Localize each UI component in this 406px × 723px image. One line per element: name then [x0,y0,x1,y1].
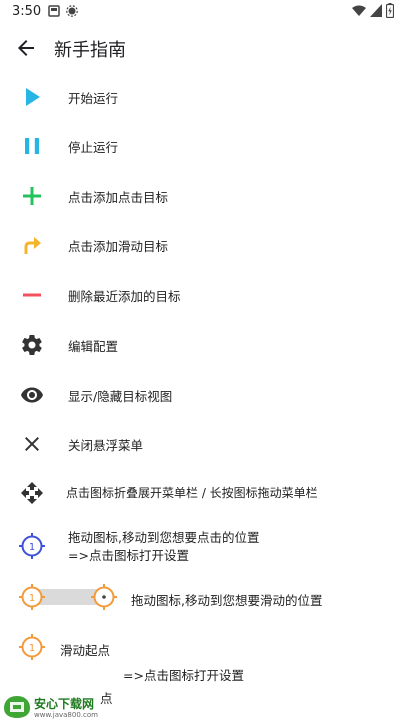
swipe-arrow-icon [24,237,41,254]
guide-click-target: 1 拖动图标,移动到您想要点击的位置 =>点击图标打开设置 [0,522,406,572]
signal-icon [370,4,382,17]
open-settings-hint: =>点击图标打开设置 [123,668,244,683]
swipe-end-target-icon [91,584,117,610]
eye-icon [21,387,43,403]
wifi-icon [352,5,366,16]
guide-item-label: 点击添加滑动目标 [68,239,169,254]
click-target-line1: 拖动图标,移动到您想要点击的位置 [68,530,260,545]
guide-swipe-start: 1 滑动起点 [0,633,406,663]
guide-item-label: 点击添加点击目标 [68,190,169,205]
guide-item-label: 编辑配置 [68,339,119,354]
plus-icon [23,187,41,205]
swipe-target-label: 拖动图标,移动到您想要滑动的位置 [131,593,323,608]
guide-item-close-menu: 关闭悬浮菜单 [0,422,406,466]
guide-item-delete-recent: 删除最近添加的目标 [0,273,406,317]
move-icon [21,482,43,504]
settings-status-icon [66,5,78,17]
guide-item-add-click: 点击添加点击目标 [0,174,406,218]
watermark: 安心下载网 www.java800.com [2,692,112,722]
guide-item-menu-drag: 点击图标折叠展开菜单栏 / 长按图标拖动菜单栏 [0,471,406,515]
back-arrow-icon[interactable] [14,36,38,60]
click-target-number: 1 [29,542,35,553]
pause-icon [25,138,39,154]
swipe-start-label: 滑动起点 [60,643,111,658]
minus-icon [23,293,41,297]
watermark-text: 安心下载网 [34,697,95,711]
guide-item-stop: 停止运行 [0,124,406,168]
swipe-start-target-icon: 1 [19,584,45,610]
guide-item-start: 开始运行 [0,75,406,119]
close-icon [25,437,39,451]
swipe-start-icon: 1 [19,634,45,660]
status-time: 3:50 [12,4,42,19]
guide-item-label: 关闭悬浮菜单 [68,438,144,453]
guide-item-label: 删除最近添加的目标 [68,289,181,304]
click-target-line2: =>点击图标打开设置 [68,548,189,563]
click-target-icon: 1 [19,533,45,559]
battery-icon [386,3,394,18]
guide-item-label: 停止运行 [68,140,119,155]
notification-icon [48,5,60,17]
page-title: 新手指南 [54,40,126,61]
app-bar: 新手指南 [0,28,406,68]
swipe-target-number: 1 [29,593,35,604]
swipe-start-number: 1 [29,643,35,654]
guide-item-toggle-view: 显示/隐藏目标视图 [0,373,406,417]
watermark-logo-icon [4,696,30,718]
status-bar: 3:50 [0,0,406,24]
guide-item-edit-config: 编辑配置 [0,323,406,367]
guide-item-label: 开始运行 [68,91,119,106]
guide-item-add-swipe: 点击添加滑动目标 [0,223,406,267]
guide-swipe-target: 1 拖动图标,移动到您想要滑动的位置 [0,583,406,613]
guide-item-label: 点击图标折叠展开菜单栏 / 长按图标拖动菜单栏 [66,486,318,500]
play-icon [26,88,40,106]
watermark-url: www.java800.com [34,711,98,719]
guide-item-label: 显示/隐藏目标视图 [68,389,173,404]
gear-icon [22,335,42,355]
